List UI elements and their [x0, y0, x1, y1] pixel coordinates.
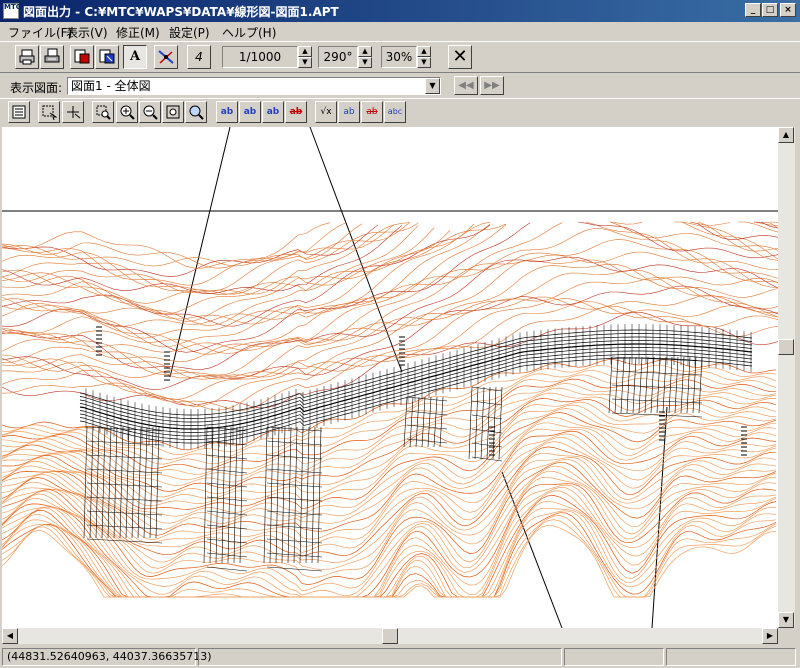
status-pane-3 — [666, 648, 796, 666]
text-label-button[interactable]: ab — [216, 101, 238, 123]
window-title: 図面出力 - C:¥MTC¥WAPS¥DATA¥線形図-図面1.APT — [23, 5, 339, 19]
alignment-drawing — [2, 127, 778, 628]
layout-alt-button[interactable] — [95, 45, 119, 69]
drawing-canvas[interactable] — [2, 127, 778, 628]
layout-icon — [74, 49, 90, 64]
text-delete-button[interactable]: ab — [285, 101, 307, 123]
page-button[interactable]: 4 — [187, 45, 211, 69]
vertical-scroll-thumb[interactable] — [778, 339, 794, 355]
scroll-up-button[interactable]: ▲ — [778, 127, 794, 143]
scale-field[interactable]: 1/1000 — [222, 46, 298, 68]
cut-fill-hatch — [83, 326, 747, 572]
main-toolbar: A 4 1/1000 ▲ ▼ 290° ▲ ▼ 30% ▲ ▼ ✕ — [0, 41, 800, 73]
angle-spinner[interactable]: ▲ ▼ — [358, 46, 372, 68]
chevron-down-icon[interactable]: ▼ — [425, 78, 440, 94]
drawing-select[interactable]: 図面1 - 全体図 ▼ — [67, 77, 441, 95]
next-drawing-button[interactable]: ▶▶ — [480, 76, 504, 95]
dimension-delete-button[interactable]: ab — [361, 101, 383, 123]
zoom-all-icon — [189, 105, 204, 120]
zoom-fit-button[interactable] — [162, 101, 184, 123]
app-icon: MTC — [3, 3, 21, 19]
coordinate-readout: (44831.52640963, 44037.36635713) — [2, 648, 212, 666]
zoom-in-icon — [120, 105, 135, 120]
select-area-icon — [42, 105, 58, 121]
close-view-button[interactable]: ✕ — [448, 45, 472, 69]
draw-tool-button[interactable] — [154, 45, 178, 69]
print-button[interactable] — [15, 45, 39, 69]
title-bar: MTC 図面出力 - C:¥MTC¥WAPS¥DATA¥線形図-図面1.APT … — [0, 0, 800, 22]
text-toggle-button[interactable]: A — [123, 45, 147, 69]
text-move-button[interactable]: ab — [262, 101, 284, 123]
prev-drawing-button[interactable]: ◀◀ — [454, 76, 478, 95]
scroll-right-button[interactable]: ▶ — [762, 628, 778, 644]
text-rotate-button[interactable]: ab — [239, 101, 261, 123]
close-button[interactable]: × — [780, 3, 796, 17]
zoom-out-button[interactable] — [139, 101, 161, 123]
menu-settings[interactable]: 設定(P) — [169, 24, 210, 41]
maximize-button[interactable]: □ — [762, 3, 778, 17]
select-area-button[interactable] — [38, 101, 60, 123]
horizontal-scroll-thumb[interactable] — [382, 628, 398, 644]
scale-spinner[interactable]: ▲ ▼ — [298, 46, 312, 68]
properties-button[interactable] — [8, 101, 30, 123]
zoom-field[interactable]: 30% — [381, 46, 417, 68]
layout-button[interactable] — [70, 45, 94, 69]
formula-button[interactable]: √x — [315, 101, 337, 123]
zoom-out-icon — [143, 105, 158, 120]
move-button[interactable] — [62, 101, 84, 123]
vertical-scrollbar[interactable]: ▲ ▼ — [778, 127, 795, 628]
drawing-label: 表示図面: — [10, 81, 63, 95]
zoom-window-icon — [96, 105, 111, 120]
menu-bar: ファイル(F) 表示(V) 修正(M) 設定(P) ヘルプ(H) — [0, 22, 800, 40]
print-preview-button[interactable] — [40, 45, 64, 69]
draw-tool-icon — [158, 50, 174, 64]
printer-icon — [19, 49, 35, 65]
minimize-button[interactable]: _ — [745, 3, 761, 17]
scroll-down-button[interactable]: ▼ — [778, 612, 794, 628]
zoom-window-button[interactable] — [92, 101, 114, 123]
status-pane-2 — [564, 648, 664, 666]
label-list-button[interactable]: abc — [384, 101, 406, 123]
menu-file[interactable]: ファイル(F) — [8, 24, 72, 41]
properties-icon — [12, 105, 26, 119]
zoom-spinner[interactable]: ▲ ▼ — [417, 46, 431, 68]
status-bar: (44831.52640963, 44037.36635713) — [0, 645, 800, 668]
menu-help[interactable]: ヘルプ(H) — [222, 24, 276, 41]
scroll-left-button[interactable]: ◀ — [2, 628, 18, 644]
scroll-corner — [778, 628, 795, 644]
zoom-in-button[interactable] — [116, 101, 138, 123]
menu-view[interactable]: 表示(V) — [66, 24, 108, 41]
drawing-select-value: 図面1 - 全体図 — [71, 79, 151, 93]
move-icon — [67, 106, 81, 119]
print-preview-icon — [44, 48, 60, 63]
layout-alt-icon — [99, 49, 115, 64]
horizontal-scrollbar[interactable]: ◀ ▶ — [2, 628, 778, 644]
zoom-all-button[interactable] — [185, 101, 207, 123]
status-pane — [198, 648, 562, 666]
angle-field[interactable]: 290° — [318, 46, 358, 68]
menu-edit[interactable]: 修正(M) — [116, 24, 160, 41]
dimension-button[interactable]: ab — [338, 101, 360, 123]
zoom-fit-icon — [166, 105, 180, 119]
